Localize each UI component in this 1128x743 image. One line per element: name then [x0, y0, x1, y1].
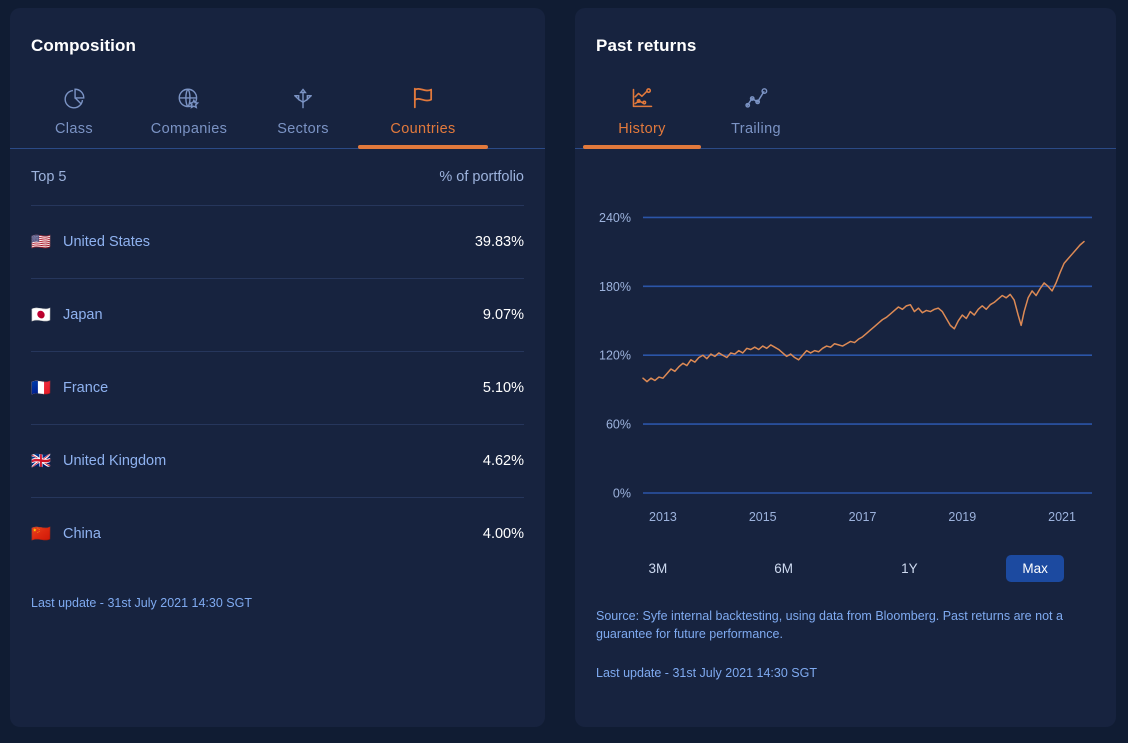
tab-sectors[interactable]: Sectors [248, 78, 358, 148]
countries-table: Top 5 % of portfolio 🇺🇸 United States 39.8… [10, 149, 545, 570]
tab-trailing-label: Trailing [731, 121, 781, 137]
past-returns-tabs: History Trailing [575, 78, 1116, 149]
table-row[interactable]: 🇨🇳 China 4.00% [31, 497, 524, 570]
past-returns-title: Past returns [596, 36, 697, 55]
flag-icon [409, 82, 437, 112]
tab-companies-label: Companies [150, 121, 228, 137]
globe-star-icon [176, 82, 202, 112]
connected-dots-icon [743, 82, 770, 112]
x-axis-tick-label: 2015 [749, 510, 777, 524]
country-flag-icon: 🇺🇸 [31, 232, 51, 251]
country-percentage: 5.10% [482, 380, 524, 396]
table-header: Top 5 % of portfolio [31, 149, 524, 205]
table-row[interactable]: 🇯🇵 Japan 9.07% [31, 278, 524, 351]
x-axis-tick-label: 2021 [1048, 510, 1076, 524]
table-row[interactable]: 🇺🇸 United States 39.83% [31, 205, 524, 278]
composition-panel: Composition Class Companies Sectors Coun… [10, 8, 545, 727]
range-selector: 3M 6M 1Y Max [575, 547, 1116, 582]
returns-chart-svg: 0% 60% 120% 180% 240% 2013 2015 2017 2019 2021 [599, 211, 1092, 524]
tab-countries[interactable]: Countries [358, 78, 488, 149]
country-flag-icon: 🇬🇧 [31, 451, 51, 470]
country-name: United Kingdom [63, 453, 167, 469]
x-axis-tick-label: 2019 [948, 510, 976, 524]
country-percentage: 4.00% [482, 526, 524, 542]
x-axis-tick-label: 2017 [849, 510, 877, 524]
past-returns-panel: Past returns History Trailing 0% 60% 120… [575, 8, 1116, 727]
x-axis-tick-label: 2013 [649, 510, 677, 524]
country-flag-icon: 🇨🇳 [31, 524, 51, 543]
y-axis-tick-label: 180% [599, 280, 631, 294]
tab-history[interactable]: History [583, 78, 701, 149]
y-axis-tick-label: 120% [599, 349, 631, 363]
y-axis-tick-label: 0% [613, 487, 631, 501]
chart-series-line [642, 240, 1085, 383]
country-percentage: 4.62% [482, 453, 524, 469]
tab-class-label: Class [54, 121, 93, 137]
country-name: Japan [63, 307, 103, 323]
table-row[interactable]: 🇫🇷 France 5.10% [31, 351, 524, 424]
dashboard-page: Composition Class Companies Sectors Coun… [0, 0, 1128, 743]
range-max[interactable]: Max [1006, 555, 1065, 582]
tab-sectors-label: Sectors [277, 121, 329, 137]
country-name: France [63, 380, 109, 396]
y-axis-tick-label: 60% [606, 418, 631, 432]
range-1y[interactable]: 1Y [847, 561, 973, 576]
tab-countries-label: Countries [390, 121, 456, 137]
country-percentage: 39.83% [474, 234, 524, 250]
tab-class[interactable]: Class [18, 78, 130, 148]
table-header-left: Top 5 [31, 169, 67, 185]
table-header-right: % of portfolio [439, 169, 524, 185]
tab-history-label: History [618, 121, 666, 137]
past-returns-last-update: Last update - 31st July 2021 14:30 SGT [596, 665, 817, 680]
composition-title: Composition [31, 36, 136, 55]
chart-source-note: Source: Syfe internal backtesting, using… [596, 609, 1063, 641]
composition-tabs: Class Companies Sectors Countries [10, 78, 545, 149]
pie-chart-icon [61, 82, 87, 112]
country-flag-icon: 🇫🇷 [31, 378, 51, 397]
returns-chart: 0% 60% 120% 180% 240% 2013 2015 2017 2019 2021 [575, 149, 1116, 547]
trident-icon [290, 82, 316, 112]
tab-trailing[interactable]: Trailing [701, 78, 811, 148]
range-6m[interactable]: 6M [721, 561, 847, 576]
tab-companies[interactable]: Companies [130, 78, 248, 148]
country-name: United States [63, 234, 151, 250]
table-row[interactable]: 🇬🇧 United Kingdom 4.62% [31, 424, 524, 497]
country-percentage: 9.07% [482, 307, 524, 323]
composition-last-update: Last update - 31st July 2021 14:30 SGT [31, 596, 252, 610]
line-chart-icon [629, 82, 656, 112]
country-flag-icon: 🇯🇵 [31, 305, 51, 324]
range-3m[interactable]: 3M [595, 561, 721, 576]
y-axis-tick-label: 240% [599, 211, 631, 225]
country-name: China [63, 526, 101, 542]
